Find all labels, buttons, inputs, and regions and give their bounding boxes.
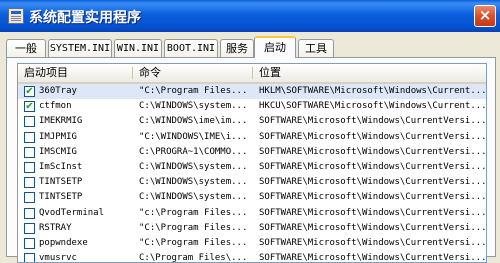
startup-item-name: ctfmon bbox=[39, 101, 72, 112]
tab-general[interactable]: 一般 bbox=[6, 39, 46, 57]
startup-checkbox[interactable]: ✔ bbox=[24, 101, 35, 113]
startup-item-name: ImScInst bbox=[39, 161, 83, 172]
startup-list[interactable]: 启动项目 命令 位置 ✔ 360Tray "C:\Program Files... H… bbox=[17, 63, 487, 263]
table-row[interactable]: QvodTerminal "c:\Program Files... SOFTWARE… bbox=[18, 206, 487, 221]
startup-location: SOFTWARE\Microsoft\Windows\CurrentVersi.… bbox=[259, 131, 487, 142]
list-header: 启动项目 命令 位置 bbox=[18, 64, 486, 84]
column-header-command[interactable]: 命令 bbox=[133, 64, 253, 82]
column-header-item[interactable]: 启动项目 bbox=[18, 64, 133, 82]
startup-checkbox[interactable] bbox=[24, 116, 35, 128]
startup-checkbox[interactable] bbox=[24, 161, 35, 173]
startup-location: SOFTWARE\Microsoft\Windows\CurrentVersi.… bbox=[259, 222, 487, 233]
startup-command: "c:\Program Files... bbox=[139, 207, 248, 218]
startup-item-name: IMJPMIG bbox=[39, 131, 77, 142]
table-row[interactable]: ✔ 360Tray "C:\Program Files... HKLM\SOFTWAR… bbox=[18, 84, 487, 100]
startup-command: "C:\Program Files... bbox=[139, 86, 248, 96]
tab-strip: 一般 SYSTEM.INI WIN.INI BOOT.INI 服务 启动 工具 bbox=[6, 36, 496, 58]
startup-checkbox[interactable] bbox=[24, 146, 35, 158]
startup-checkbox[interactable] bbox=[24, 237, 35, 249]
startup-checkbox[interactable] bbox=[24, 222, 35, 234]
app-icon bbox=[8, 8, 24, 24]
table-row[interactable]: ✔ ctfmon C:\WINDOWS\system... HKCU\SOFTWARE… bbox=[18, 99, 487, 114]
tab-boot-ini[interactable]: BOOT.INI bbox=[164, 39, 218, 57]
startup-checkbox[interactable] bbox=[24, 177, 35, 189]
startup-location: SOFTWARE\Microsoft\Windows\CurrentVersi.… bbox=[259, 237, 487, 248]
table-row[interactable]: ImScInst C:\WINDOWS\system... SOFTWARE\Mic… bbox=[18, 160, 487, 175]
tab-services[interactable]: 服务 bbox=[220, 39, 254, 57]
startup-command: C:\WINDOWS\system... bbox=[139, 192, 248, 203]
startup-location: SOFTWARE\Microsoft\Windows\CurrentVersi.… bbox=[259, 161, 487, 172]
table-row[interactable]: IMSCMIG C:\PROGRA~1\COMMO... SOFTWARE\Micr… bbox=[18, 145, 487, 160]
startup-checkbox[interactable]: ✔ bbox=[24, 86, 35, 97]
startup-checkbox[interactable] bbox=[24, 207, 35, 219]
table-row[interactable]: RSTRAY "C:\Program Files... SOFTWARE\Micro… bbox=[18, 221, 487, 236]
startup-item-name: IMSCMIG bbox=[39, 146, 77, 157]
startup-checkbox[interactable] bbox=[24, 131, 35, 143]
table-row[interactable]: TINTSETP C:\WINDOWS\system... SOFTWARE\Mic… bbox=[18, 190, 487, 205]
tab-system-ini[interactable]: SYSTEM.INI bbox=[48, 39, 112, 57]
startup-command: C:\WINDOWS\ime\im... bbox=[139, 116, 248, 127]
tab-startup[interactable]: 启动 bbox=[254, 36, 296, 58]
startup-item-name: TINTSETP bbox=[39, 177, 83, 188]
startup-command: "C:\WINDOWS\IME\i... bbox=[139, 131, 248, 142]
startup-checkbox[interactable] bbox=[24, 253, 35, 262]
startup-item-name: TINTSETP bbox=[39, 192, 83, 203]
startup-command: "C:\Program Files... bbox=[139, 222, 248, 233]
table-row[interactable]: IMEKRMIG C:\WINDOWS\ime\im... SOFTWARE\Mic… bbox=[18, 114, 487, 129]
startup-location: SOFTWARE\Microsoft\Windows\CurrentVersi.… bbox=[259, 253, 487, 263]
startup-item-name: popwndexe bbox=[39, 237, 88, 248]
startup-item-name: QvodTerminal bbox=[39, 207, 105, 218]
startup-location: SOFTWARE\Microsoft\Windows\CurrentVersi.… bbox=[259, 146, 487, 157]
startup-location: SOFTWARE\Microsoft\Windows\CurrentVersi.… bbox=[259, 192, 487, 203]
startup-panel: 启动项目 命令 位置 ✔ 360Tray "C:\Program Files... H… bbox=[6, 57, 496, 263]
startup-item-name: RSTRAY bbox=[39, 222, 72, 233]
startup-location: SOFTWARE\Microsoft\Windows\CurrentVersi.… bbox=[259, 207, 487, 218]
close-button[interactable]: × bbox=[474, 5, 496, 27]
startup-command: "C:\Program Files... bbox=[139, 237, 248, 248]
startup-command: C:\WINDOWS\system... bbox=[139, 161, 248, 172]
close-icon: × bbox=[478, 6, 492, 24]
table-row[interactable]: IMJPMIG "C:\WINDOWS\IME\i... SOFTWARE\Micr… bbox=[18, 130, 487, 145]
startup-command: C:\WINDOWS\system... bbox=[139, 101, 248, 112]
startup-command: C:\PROGRA~1\COMMO... bbox=[139, 146, 248, 157]
startup-checkbox[interactable] bbox=[24, 192, 35, 204]
tab-tools[interactable]: 工具 bbox=[298, 39, 334, 57]
startup-item-name: IMEKRMIG bbox=[39, 116, 83, 127]
table-row[interactable]: vmusrvc C:\Program Files\... SOFTWARE\Micr… bbox=[18, 251, 487, 263]
table-row[interactable]: TINTSETP C:\WINDOWS\system... SOFTWARE\Mic… bbox=[18, 175, 487, 190]
startup-location: SOFTWARE\Microsoft\Windows\CurrentVersi.… bbox=[259, 116, 487, 127]
startup-location: HKLM\SOFTWARE\Microsoft\Windows\Current.… bbox=[259, 86, 487, 96]
window-title: 系统配置实用程序 bbox=[29, 10, 141, 26]
list-rows: ✔ 360Tray "C:\Program Files... HKLM\SOFTWAR… bbox=[18, 84, 487, 263]
title-bar[interactable]: 系统配置实用程序 × bbox=[0, 0, 500, 32]
table-row[interactable]: popwndexe "C:\Program Files... SOFTWARE\Mi… bbox=[18, 236, 487, 251]
startup-location: HKCU\SOFTWARE\Microsoft\Windows\Current.… bbox=[259, 101, 487, 112]
tab-win-ini[interactable]: WIN.INI bbox=[114, 39, 162, 57]
column-header-location[interactable]: 位置 bbox=[253, 64, 486, 82]
startup-command: C:\Program Files\... bbox=[139, 253, 248, 263]
startup-command: C:\WINDOWS\system... bbox=[139, 177, 248, 188]
startup-location: SOFTWARE\Microsoft\Windows\CurrentVersi.… bbox=[259, 177, 487, 188]
startup-item-name: vmusrvc bbox=[39, 253, 77, 263]
startup-item-name: 360Tray bbox=[39, 86, 77, 96]
